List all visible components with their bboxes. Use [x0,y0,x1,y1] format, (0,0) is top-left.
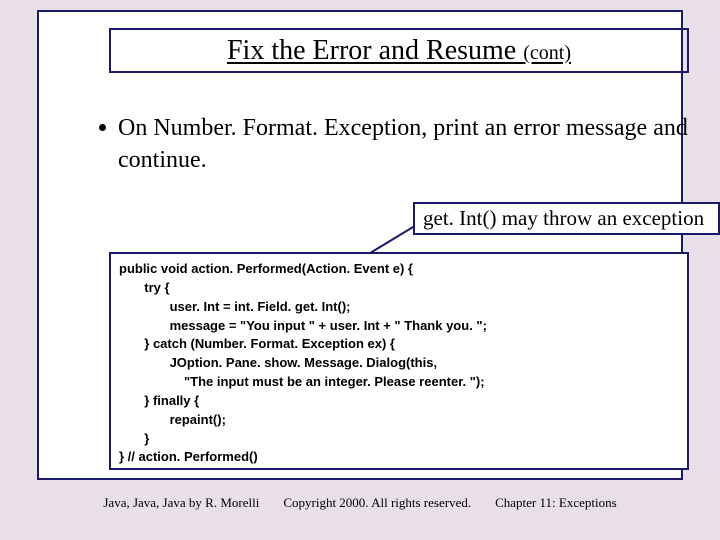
code-line: user. Int = int. Field. get. Int(); [119,298,679,317]
code-line: JOption. Pane. show. Message. Dialog(thi… [119,354,679,373]
callout-text: get. Int() may throw an exception [423,206,704,231]
title-main: Fix the Error and Resume [227,35,523,66]
footer-copyright: Copyright 2000. All rights reserved. [283,495,471,511]
slide-title: Fix the Error and Resume (cont) [227,35,571,67]
footer: Java, Java, Java by R. Morelli Copyright… [0,495,720,511]
callout-box: get. Int() may throw an exception [413,202,720,235]
code-line: } // action. Performed() [119,448,679,467]
title-cont: (cont) [523,42,571,64]
code-line: message = "You input " + user. Int + " T… [119,317,679,336]
bullet-icon [99,124,106,131]
title-box: Fix the Error and Resume (cont) [109,28,689,73]
code-line: } finally { [119,392,679,411]
slide-frame: Fix the Error and Resume (cont) On Numbe… [37,10,683,480]
code-line: try { [119,279,679,298]
code-box: public void action. Performed(Action. Ev… [109,252,689,470]
code-line: repaint(); [119,411,679,430]
code-line: "The input must be an integer. Please re… [119,373,679,392]
footer-author: Java, Java, Java by R. Morelli [103,495,259,511]
bullet-item: On Number. Format. Exception, print an e… [99,112,699,177]
footer-chapter: Chapter 11: Exceptions [495,495,617,511]
bullet-text: On Number. Format. Exception, print an e… [118,112,699,177]
code-line: } catch (Number. Format. Exception ex) { [119,335,679,354]
code-line: public void action. Performed(Action. Ev… [119,260,679,279]
code-line: } [119,430,679,449]
